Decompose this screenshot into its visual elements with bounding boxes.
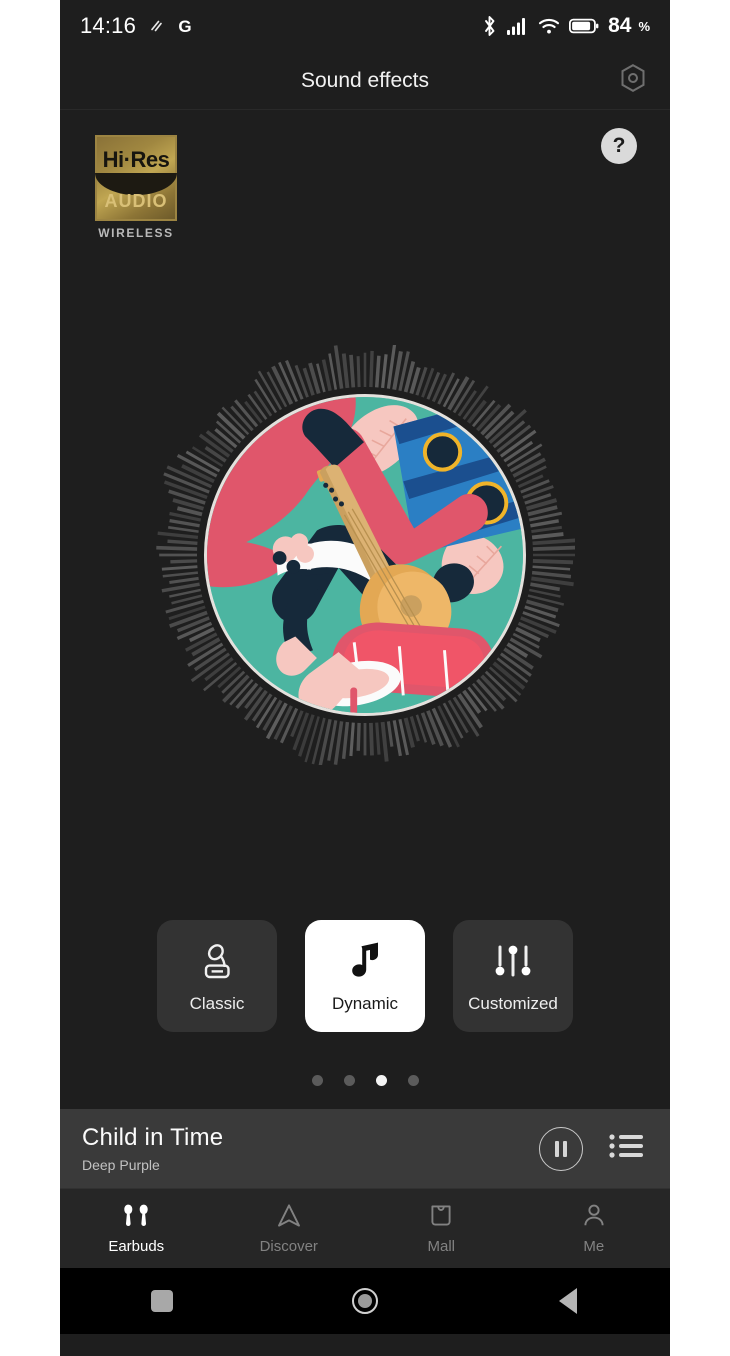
tab-discover[interactable]: Discover xyxy=(213,1189,366,1268)
hi-res-line3: WIRELESS xyxy=(98,226,174,240)
bluetooth-icon xyxy=(481,15,498,37)
tab-label-me: Me xyxy=(583,1237,605,1255)
music-note-icon xyxy=(345,938,385,984)
status-bar-left: 14:16 G xyxy=(80,13,195,39)
wifi-icon xyxy=(538,17,560,35)
shopping-bag-icon xyxy=(429,1203,453,1229)
recents-button[interactable] xyxy=(60,1290,263,1312)
home-circle-icon xyxy=(351,1288,378,1314)
now-playing-bar[interactable]: Child in Time Deep Purple xyxy=(60,1109,670,1188)
status-bar-right: 84 % xyxy=(481,14,650,38)
sound-mode-selector: Classic Dynamic Customized xyxy=(60,920,670,1032)
home-button[interactable] xyxy=(263,1288,466,1314)
hi-res-audio-badge: Hi·Res AUDIO WIRELESS xyxy=(95,135,177,240)
tab-label-mall: Mall xyxy=(427,1237,455,1255)
recents-square-icon xyxy=(150,1290,173,1312)
tab-earbuds[interactable]: Earbuds xyxy=(60,1189,213,1268)
page-title: Sound effects xyxy=(300,68,430,92)
back-button[interactable] xyxy=(467,1288,670,1314)
status-bar: 14:16 G 84 % xyxy=(60,0,670,52)
page-dot[interactable] xyxy=(343,1075,355,1086)
mode-card-classic[interactable]: Classic xyxy=(157,920,277,1032)
album-artwork[interactable] xyxy=(204,394,526,716)
mode-label-classic: Classic xyxy=(189,994,245,1013)
status-bar-clock: 14:16 xyxy=(80,13,137,38)
mode-label-dynamic: Dynamic xyxy=(331,994,399,1013)
tab-label-discover: Discover xyxy=(259,1237,318,1255)
mode-label-customized: Customized xyxy=(468,994,558,1013)
mode-card-customized[interactable]: Customized xyxy=(453,920,573,1032)
earbuds-icon xyxy=(123,1203,149,1229)
hi-res-line2: AUDIO xyxy=(104,191,168,211)
page-dot-active[interactable] xyxy=(375,1075,387,1086)
person-icon xyxy=(582,1203,606,1229)
equalizer-sliders-icon xyxy=(492,938,534,984)
battery-icon xyxy=(569,17,599,35)
android-navigation-bar xyxy=(60,1268,670,1334)
now-playing-info: Child in Time Deep Purple xyxy=(82,1124,223,1173)
settings-button[interactable] xyxy=(618,63,648,98)
compass-icon xyxy=(276,1203,302,1229)
mode-card-dynamic[interactable]: Dynamic xyxy=(305,920,425,1032)
google-icon: G xyxy=(175,16,195,36)
track-artist: Deep Purple xyxy=(82,1157,160,1173)
question-mark-icon: ? xyxy=(612,134,626,157)
hi-res-line1: Hi·Res xyxy=(102,147,170,172)
phone-screen: 14:16 G 84 % Sound effects Hi·Res AUDIO … xyxy=(60,0,670,1356)
pause-icon xyxy=(555,1140,559,1157)
tab-label-earbuds: Earbuds xyxy=(108,1237,165,1255)
silent-mode-icon xyxy=(148,17,163,35)
page-indicator xyxy=(60,1075,670,1086)
hi-res-badge-box: Hi·Res AUDIO xyxy=(95,135,177,221)
battery-percent-value: 84 xyxy=(608,14,632,37)
now-playing-controls xyxy=(539,1126,645,1171)
hex-gear-icon xyxy=(619,63,647,98)
page-dot[interactable] xyxy=(311,1075,323,1086)
app-header: Sound effects xyxy=(60,52,670,110)
tab-me[interactable]: Me xyxy=(518,1189,671,1268)
playlist-button[interactable] xyxy=(609,1133,645,1165)
tab-mall[interactable]: Mall xyxy=(365,1189,518,1268)
battery-percent-unit: % xyxy=(638,18,650,34)
page-dot[interactable] xyxy=(407,1075,419,1086)
help-button[interactable]: ? xyxy=(601,128,637,164)
pause-button[interactable] xyxy=(539,1126,583,1171)
pause-icon xyxy=(563,1140,567,1157)
album-art-container xyxy=(155,345,575,765)
playlist-icon xyxy=(609,1133,643,1164)
sound-effects-content: Hi·Res AUDIO WIRELESS ? Classic Dynamic … xyxy=(60,110,670,1109)
svg-text:G: G xyxy=(178,17,191,36)
track-title: Child in Time xyxy=(82,1124,224,1151)
album-artwork-guitarist xyxy=(207,397,523,713)
back-triangle-icon xyxy=(559,1288,578,1314)
bottom-tab-bar: Earbuds Discover Mall Me xyxy=(60,1188,670,1268)
cellular-signal-icon xyxy=(507,17,529,35)
gramophone-icon xyxy=(196,938,238,984)
